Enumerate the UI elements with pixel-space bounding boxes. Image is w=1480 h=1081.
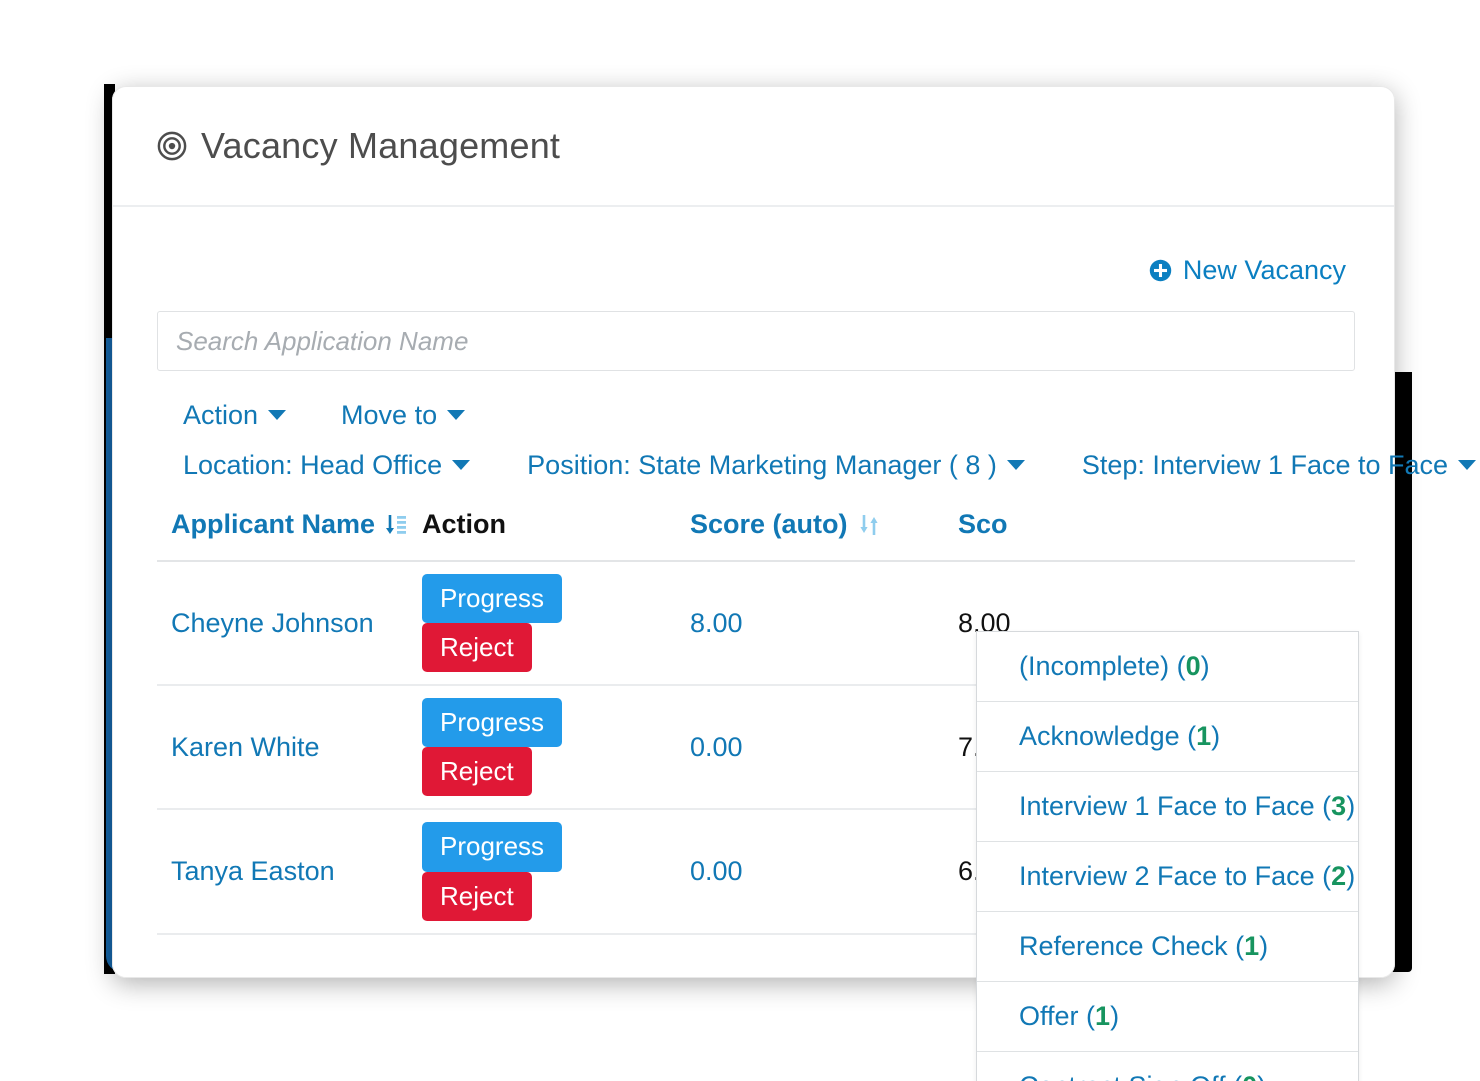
column-applicant-name-label: Applicant Name [171,509,376,539]
step-menu-item[interactable]: Contract Sign Off (0) [977,1052,1358,1081]
reject-button[interactable]: Reject [422,871,532,921]
chevron-down-icon [452,460,471,470]
action-dropdown-label: Action [183,400,259,430]
column-spacer [1218,509,1355,562]
progress-button[interactable]: Progress [422,698,563,748]
sort-updown-icon [859,514,878,535]
step-menu-item-label: Reference Check [1019,931,1228,961]
bullseye-icon [157,131,187,161]
location-filter-label: Location: Head Office [183,450,443,480]
action-cell: Progress Reject [422,561,690,687]
score-auto-cell[interactable]: 0.00 [690,685,958,811]
step-menu-item-count: 0 [1185,651,1201,681]
sort-amount-down-icon [386,514,407,534]
table-header: Applicant Name Action Score (auto) Sco [157,509,1355,562]
column-applicant-name[interactable]: Applicant Name [157,509,422,562]
step-menu-item[interactable]: (Incomplete) (0) [977,632,1358,702]
step-menu-item-label: Interview 1 Face to Face [1019,791,1315,821]
step-filter[interactable]: Step: Interview 1 Face to Face [1081,450,1477,481]
new-vacancy-row: New Vacancy [157,233,1350,286]
column-score-auto[interactable]: Score (auto) [690,509,958,562]
page-title: Vacancy Management [157,125,560,167]
new-vacancy-button[interactable]: New Vacancy [1149,255,1346,286]
step-menu-item-count: 0 [1242,1071,1257,1081]
step-menu-item[interactable]: Reference Check (1) [977,912,1358,982]
progress-button[interactable]: Progress [422,822,563,872]
step-menu-item-count: 3 [1331,791,1347,821]
reject-button[interactable]: Reject [422,623,532,673]
card-header: Vacancy Management [113,87,1394,207]
column-score-manual-label: Sco [958,509,1008,539]
action-dropdown[interactable]: Action [183,400,287,431]
column-action-label: Action [422,509,506,539]
position-filter[interactable]: Position: State Marketing Manager ( 8 ) [527,450,1025,481]
applicant-name-cell[interactable]: Cheyne Johnson [157,561,422,687]
action-cell: Progress Reject [422,685,690,811]
plus-circle-icon [1149,259,1172,282]
applicant-name-cell[interactable]: Karen White [157,685,422,811]
search-input[interactable] [157,311,1355,371]
progress-button[interactable]: Progress [422,574,563,624]
step-menu-item-label: Interview 2 Face to Face [1019,861,1315,891]
location-filter[interactable]: Location: Head Office [183,450,471,481]
step-menu-item-count: 1 [1244,931,1260,961]
screenshot-root: Vacancy Management New Vacancy Action [0,0,1480,1081]
step-menu-item[interactable]: Interview 2 Face to Face (2) [977,842,1358,912]
step-menu-item-count: 1 [1196,721,1212,751]
chevron-down-icon [1006,460,1025,470]
page-title-text: Vacancy Management [201,125,561,166]
position-filter-label: Position: State Marketing Manager ( 8 ) [527,450,997,480]
column-action: Action [422,509,690,562]
reject-button[interactable]: Reject [422,747,532,797]
bulk-action-row: Action Move to [157,400,1350,431]
vacancy-management-card: Vacancy Management New Vacancy Action [112,86,1477,1081]
score-auto-cell[interactable]: 0.00 [690,809,958,935]
step-menu-item[interactable]: Offer (1) [977,982,1358,1052]
step-filter-dropdown-menu: (Incomplete) (0) Acknowledge (1) Intervi… [976,631,1359,1081]
step-menu-item-count: 2 [1331,861,1347,891]
step-menu-item-label: Acknowledge [1019,721,1180,751]
column-score-manual[interactable]: Sco [958,509,1218,562]
step-menu-item[interactable]: Acknowledge (1) [977,702,1358,772]
chevron-down-icon [447,410,466,420]
table-header-row: Applicant Name Action Score (auto) Sco [157,509,1355,562]
step-filter-label: Step: Interview 1 Face to Face [1081,450,1449,480]
chevron-down-icon [268,410,287,420]
score-auto-cell[interactable]: 8.00 [690,561,958,687]
step-menu-item-count: 1 [1095,1001,1111,1031]
action-cell: Progress Reject [422,809,690,935]
card-body: New Vacancy Action Move to Location: Hea… [113,207,1477,1081]
step-menu-item-label: Offer [1019,1001,1079,1031]
step-menu-item-label: (Incomplete) [1019,651,1170,681]
applicant-name-cell[interactable]: Tanya Easton [157,809,422,935]
step-menu-item[interactable]: Interview 1 Face to Face (3) [977,772,1358,842]
step-menu-item-label: Contract Sign Off [1019,1071,1226,1081]
chevron-down-icon [1458,460,1477,470]
filter-row: Location: Head Office Position: State Ma… [157,450,1477,481]
new-vacancy-label: New Vacancy [1182,255,1346,285]
column-score-auto-label: Score (auto) [690,509,848,539]
move-to-dropdown-label: Move to [341,400,438,430]
move-to-dropdown[interactable]: Move to [341,400,466,431]
